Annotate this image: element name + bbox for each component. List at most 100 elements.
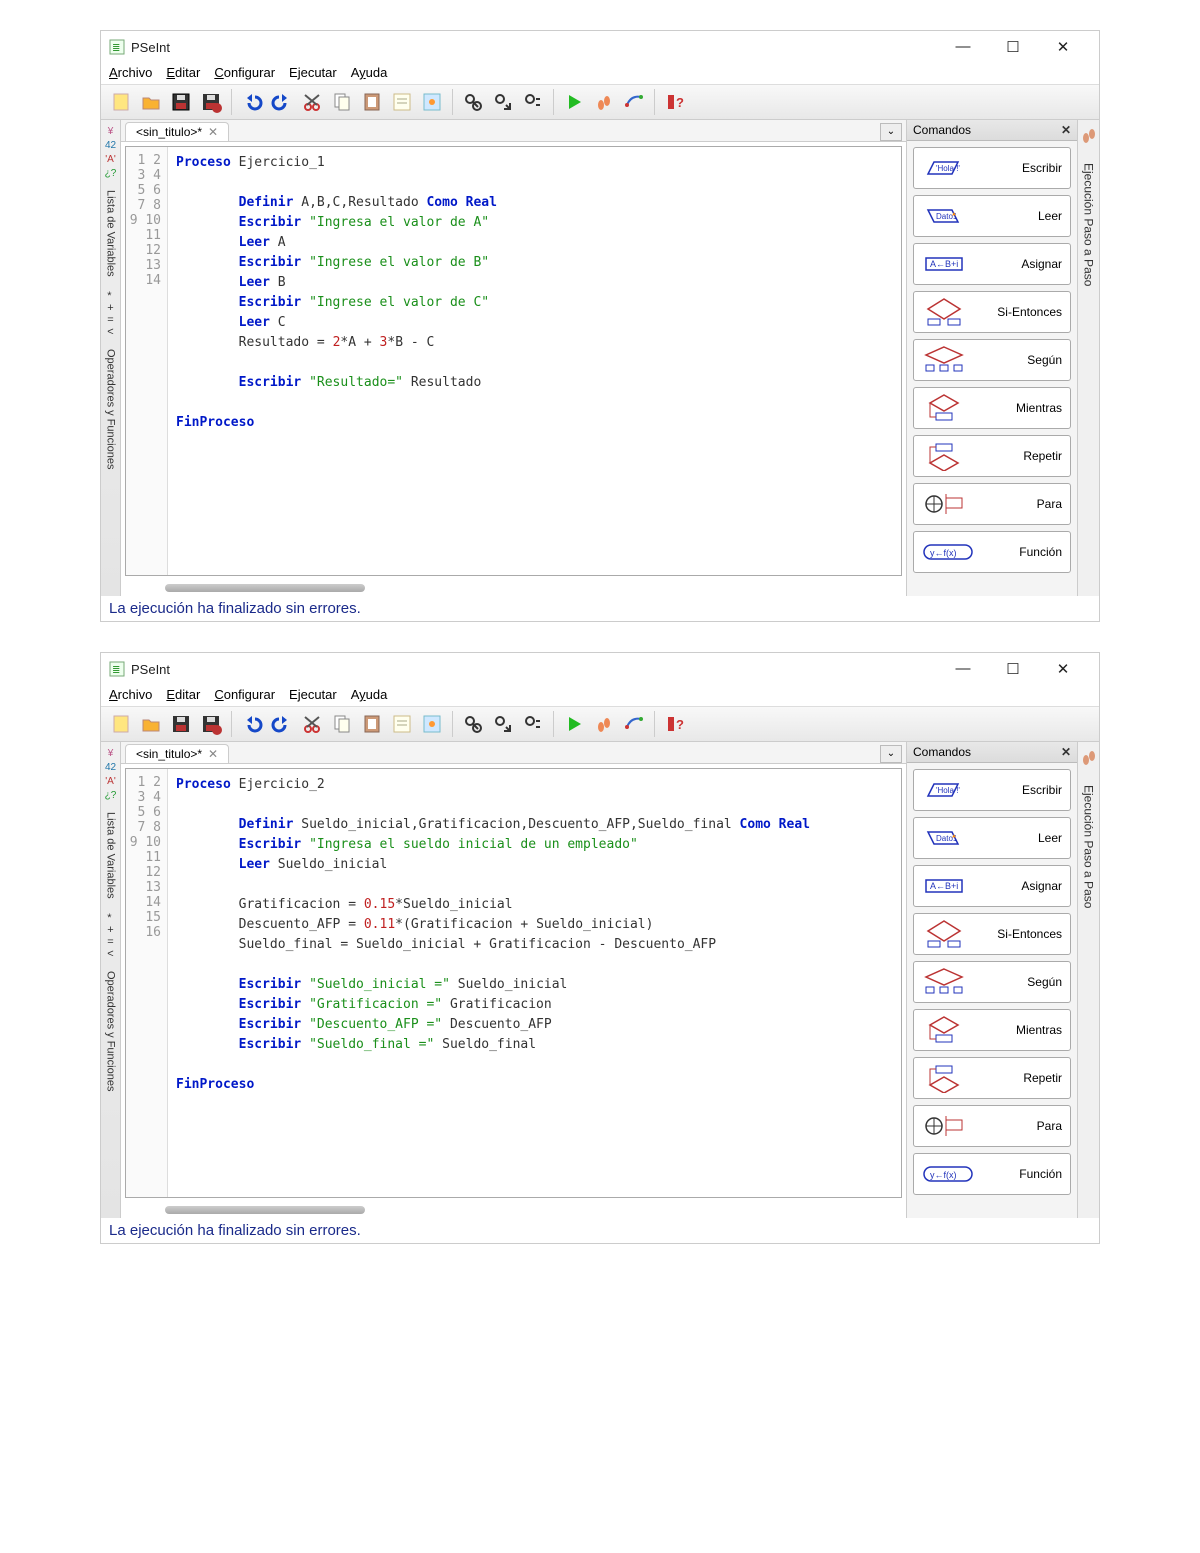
ops-panel-label[interactable]: Operadores y Funciones xyxy=(105,971,117,1091)
app-icon: ≣ xyxy=(109,661,125,677)
help-icon[interactable]: ? xyxy=(661,710,689,738)
stepexec-label[interactable]: Ejecución Paso a Paso xyxy=(1082,785,1096,908)
copy-icon[interactable] xyxy=(328,710,356,738)
close-tab-icon[interactable]: ✕ xyxy=(208,125,218,139)
code-editor[interactable]: 1 2 3 4 5 6 7 8 9 10 11 12 13 14 15 16 P… xyxy=(125,768,902,1198)
maximize-button[interactable]: ☐ xyxy=(997,660,1029,678)
cmd-mientras[interactable]: Mientras xyxy=(913,1009,1071,1051)
minimize-button[interactable]: — xyxy=(947,660,979,678)
copy-icon[interactable] xyxy=(328,88,356,116)
flowchart-icon[interactable] xyxy=(620,88,648,116)
step-icon[interactable] xyxy=(590,88,618,116)
step-icon[interactable] xyxy=(590,710,618,738)
cmd-label: Para xyxy=(1037,497,1062,511)
menu-archivo[interactable]: Archivo xyxy=(109,65,152,80)
undo-icon[interactable] xyxy=(238,710,266,738)
cmd-leer[interactable]: Dato1Leer xyxy=(913,817,1071,859)
cmd-repetir[interactable]: Repetir xyxy=(913,1057,1071,1099)
redo-icon[interactable] xyxy=(268,88,296,116)
undo-icon[interactable] xyxy=(238,88,266,116)
minimize-button[interactable]: — xyxy=(947,38,979,56)
menu-ayuda[interactable]: Ayuda xyxy=(351,687,388,702)
paste-icon[interactable] xyxy=(358,88,386,116)
saveas-icon[interactable] xyxy=(197,710,225,738)
line-gutter: 1 2 3 4 5 6 7 8 9 10 11 12 13 14 15 16 xyxy=(126,769,168,1197)
code-text[interactable]: Proceso Ejercicio_1 Definir A,B,C,Result… xyxy=(168,147,901,575)
find-icon[interactable] xyxy=(459,88,487,116)
run-icon[interactable] xyxy=(560,710,588,738)
vars-panel-label[interactable]: Lista de Variables xyxy=(105,812,117,899)
notes-icon[interactable] xyxy=(388,88,416,116)
cmd-función[interactable]: y←f(x)Función xyxy=(913,531,1071,573)
close-panel-icon[interactable]: ✕ xyxy=(1061,123,1071,137)
menu-ejecutar[interactable]: Ejecutar xyxy=(289,687,337,702)
run-icon[interactable] xyxy=(560,88,588,116)
close-window-button[interactable]: ✕ xyxy=(1047,38,1079,56)
code-editor[interactable]: 1 2 3 4 5 6 7 8 9 10 11 12 13 14 Proceso… xyxy=(125,146,902,576)
cmd-escribir[interactable]: 'Hola !'Escribir xyxy=(913,147,1071,189)
replace-icon[interactable] xyxy=(519,88,547,116)
saveas-icon[interactable] xyxy=(197,88,225,116)
new-icon[interactable] xyxy=(107,710,135,738)
cmd-función[interactable]: y←f(x)Función xyxy=(913,1153,1071,1195)
cmd-asignar[interactable]: A←B+iAsignar xyxy=(913,865,1071,907)
save-icon[interactable] xyxy=(167,710,195,738)
save-icon[interactable] xyxy=(167,88,195,116)
cmd-según[interactable]: Según xyxy=(913,339,1071,381)
footsteps-icon[interactable] xyxy=(1081,126,1097,153)
findnext-icon[interactable] xyxy=(489,88,517,116)
replace-icon[interactable] xyxy=(519,710,547,738)
close-panel-icon[interactable]: ✕ xyxy=(1061,745,1071,759)
code-text[interactable]: Proceso Ejercicio_2 Definir Sueldo_inici… xyxy=(168,769,901,1197)
help-icon[interactable]: ? xyxy=(661,88,689,116)
rail-ornament: *+=< xyxy=(107,290,113,338)
menu-archivo[interactable]: Archivo xyxy=(109,687,152,702)
stepexec-label[interactable]: Ejecución Paso a Paso xyxy=(1082,163,1096,286)
tab-file[interactable]: <sin_titulo>* ✕ xyxy=(125,744,229,763)
cmd-para[interactable]: Para xyxy=(913,1105,1071,1147)
cmd-para[interactable]: Para xyxy=(913,483,1071,525)
rail-ornament: 42 xyxy=(105,140,116,151)
cmd-escribir[interactable]: 'Hola !'Escribir xyxy=(913,769,1071,811)
cmd-mientras[interactable]: Mientras xyxy=(913,387,1071,429)
menu-ejecutar[interactable]: Ejecutar xyxy=(289,65,337,80)
menu-configurar[interactable]: Configurar xyxy=(214,65,275,80)
highlight-icon[interactable] xyxy=(418,88,446,116)
close-window-button[interactable]: ✕ xyxy=(1047,660,1079,678)
vars-panel-label[interactable]: Lista de Variables xyxy=(105,190,117,277)
cmd-leer[interactable]: Dato1Leer xyxy=(913,195,1071,237)
menu-editar[interactable]: Editar xyxy=(166,65,200,80)
notes-icon[interactable] xyxy=(388,710,416,738)
app-title: PSeInt xyxy=(131,662,947,677)
cmd-asignar[interactable]: A←B+iAsignar xyxy=(913,243,1071,285)
tab-file[interactable]: <sin_titulo>* ✕ xyxy=(125,122,229,141)
h-scrollbar[interactable] xyxy=(165,1206,365,1214)
app-icon: ≣ xyxy=(109,39,125,55)
maximize-button[interactable]: ☐ xyxy=(997,38,1029,56)
find-icon[interactable] xyxy=(459,710,487,738)
open-icon[interactable] xyxy=(137,710,165,738)
cmd-según[interactable]: Según xyxy=(913,961,1071,1003)
open-icon[interactable] xyxy=(137,88,165,116)
findnext-icon[interactable] xyxy=(489,710,517,738)
paste-icon[interactable] xyxy=(358,710,386,738)
flowchart-icon[interactable] xyxy=(620,710,648,738)
menu-ayuda[interactable]: Ayuda xyxy=(351,65,388,80)
redo-icon[interactable] xyxy=(268,710,296,738)
cut-icon[interactable] xyxy=(298,710,326,738)
tab-dropdown-icon[interactable]: ⌄ xyxy=(880,745,902,763)
footsteps-icon[interactable] xyxy=(1081,748,1097,775)
ops-panel-label[interactable]: Operadores y Funciones xyxy=(105,349,117,469)
cmd-si-entonces[interactable]: Si-Entonces xyxy=(913,291,1071,333)
cmd-si-entonces[interactable]: Si-Entonces xyxy=(913,913,1071,955)
h-scrollbar[interactable] xyxy=(165,584,365,592)
new-icon[interactable] xyxy=(107,88,135,116)
tab-dropdown-icon[interactable]: ⌄ xyxy=(880,123,902,141)
menu-configurar[interactable]: Configurar xyxy=(214,687,275,702)
menu-editar[interactable]: Editar xyxy=(166,687,200,702)
rail-ornament: *+=< xyxy=(107,912,113,960)
highlight-icon[interactable] xyxy=(418,710,446,738)
cut-icon[interactable] xyxy=(298,88,326,116)
close-tab-icon[interactable]: ✕ xyxy=(208,747,218,761)
cmd-repetir[interactable]: Repetir xyxy=(913,435,1071,477)
